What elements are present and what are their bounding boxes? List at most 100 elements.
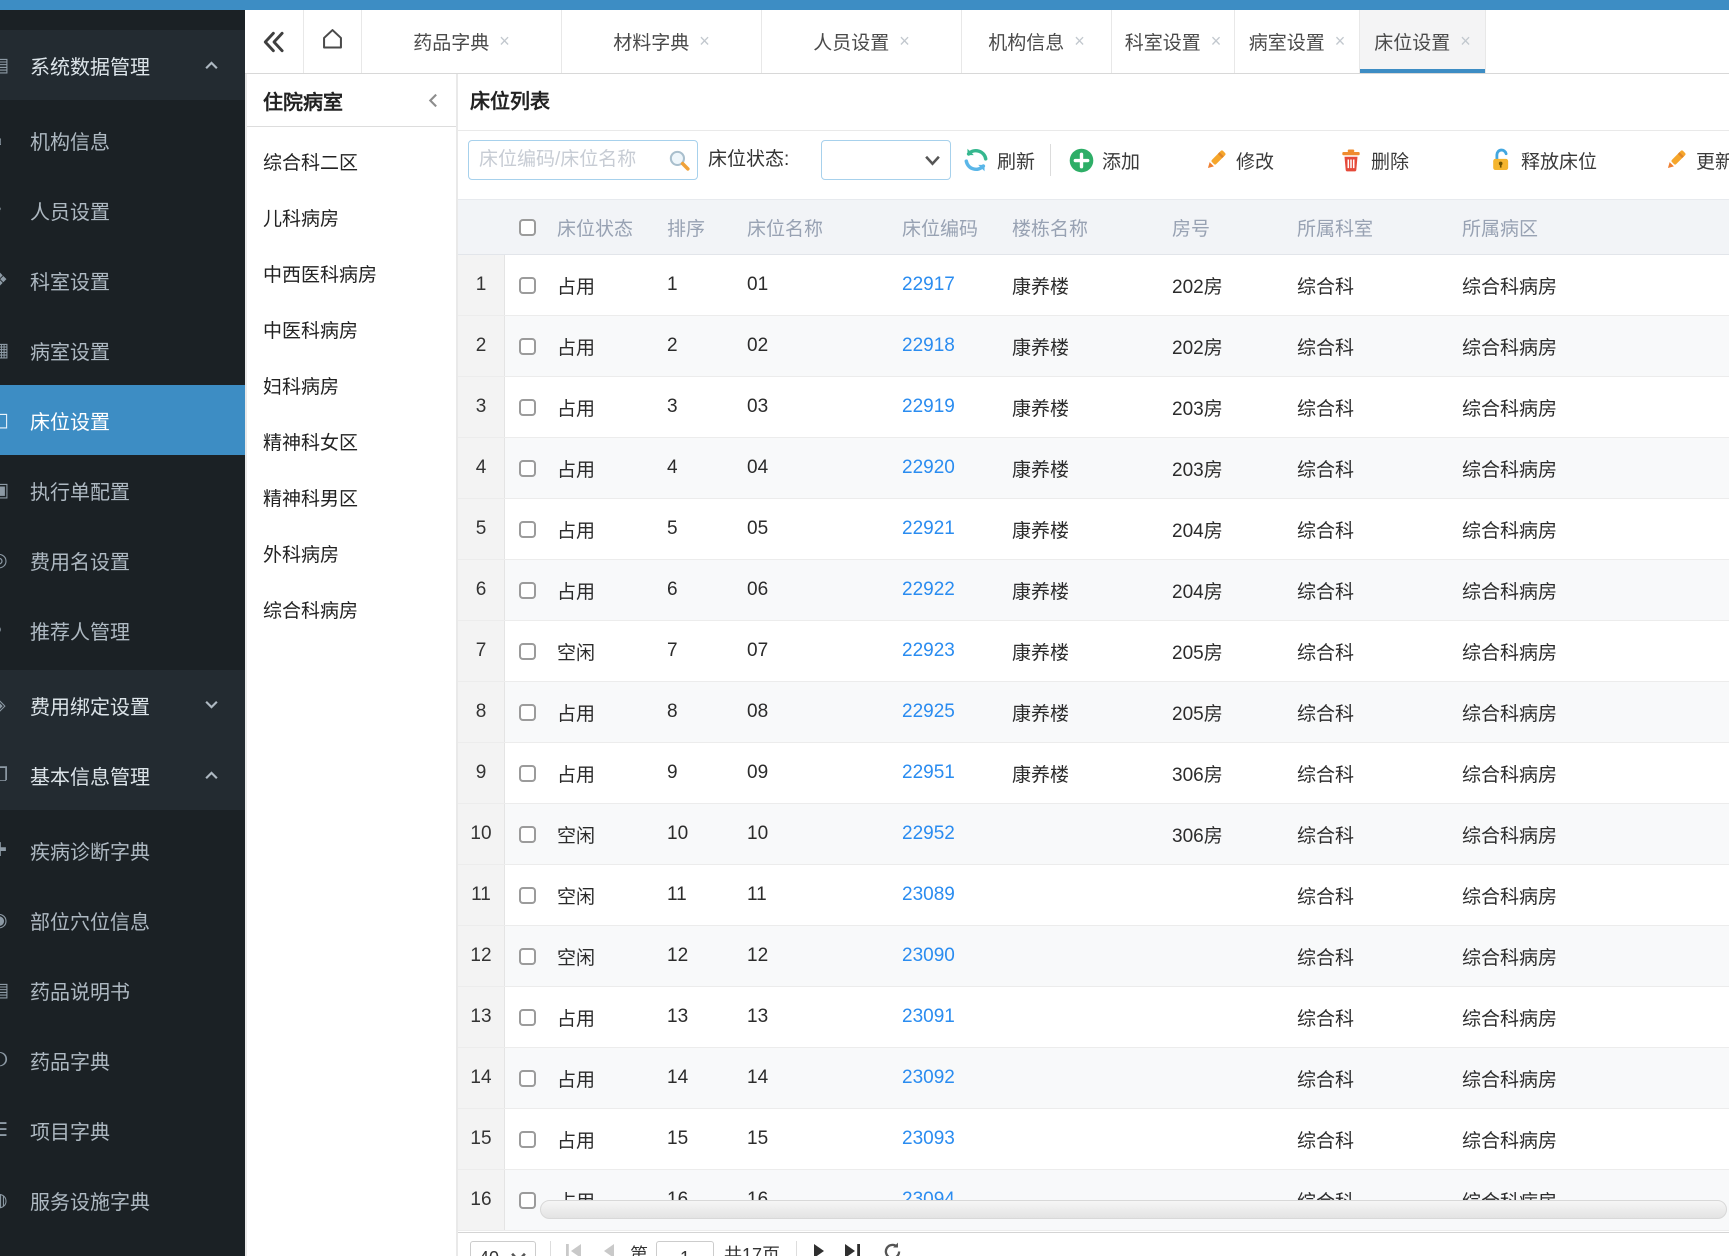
select-all-checkbox[interactable]: [519, 219, 536, 236]
sidebar-item-推荐人管理[interactable]: ●推荐人管理: [0, 595, 245, 665]
sidebar-item-系统数据管理[interactable]: ▤系统数据管理: [0, 30, 245, 100]
collapse-sidebar-button[interactable]: [245, 10, 303, 73]
first-page-button[interactable]: [562, 1241, 586, 1256]
close-tab-icon[interactable]: ×: [1211, 31, 1222, 52]
row-checkbox[interactable]: [519, 277, 536, 294]
删除-button[interactable]: 删除: [1338, 140, 1409, 180]
释放床位-button[interactable]: 释放床位: [1488, 140, 1597, 180]
更新-button[interactable]: 更新: [1663, 140, 1729, 180]
close-tab-icon[interactable]: ×: [1074, 31, 1085, 52]
close-tab-icon[interactable]: ×: [1460, 31, 1471, 52]
bed-code-link[interactable]: 22921: [894, 499, 1004, 559]
row-checkbox[interactable]: [519, 399, 536, 416]
table-row[interactable]: 2占用20222918康养楼202房综合科综合科病房: [458, 316, 1729, 377]
row-checkbox[interactable]: [519, 643, 536, 660]
row-checkbox[interactable]: [519, 1131, 536, 1148]
table-row[interactable]: 14占用141423092综合科综合科病房: [458, 1048, 1729, 1109]
sidebar-item-药品字典[interactable]: ❍药品字典: [0, 1025, 245, 1095]
修改-button[interactable]: 修改: [1203, 140, 1274, 180]
table-row[interactable]: 6占用60622922康养楼204房综合科综合科病房: [458, 560, 1729, 621]
bed-code-link[interactable]: 22923: [894, 621, 1004, 681]
sidebar-item-项目字典[interactable]: ☰项目字典: [0, 1095, 245, 1165]
row-checkbox[interactable]: [519, 460, 536, 477]
last-page-button[interactable]: [840, 1241, 864, 1256]
next-page-button[interactable]: [810, 1241, 828, 1256]
bed-code-link[interactable]: 22919: [894, 377, 1004, 437]
bed-code-link[interactable]: 22920: [894, 438, 1004, 498]
row-checkbox[interactable]: [519, 1070, 536, 1087]
page-number-input[interactable]: [656, 1241, 714, 1256]
row-checkbox[interactable]: [519, 887, 536, 904]
tab-人员设置[interactable]: 人员设置×: [761, 10, 961, 73]
tab-材料字典[interactable]: 材料字典×: [561, 10, 761, 73]
table-row[interactable]: 11空闲111123089综合科综合科病房: [458, 865, 1729, 926]
bed-code-link[interactable]: 22922: [894, 560, 1004, 620]
bed-search-input[interactable]: [468, 140, 698, 180]
row-checkbox[interactable]: [519, 948, 536, 965]
collapse-ward-panel-button[interactable]: [425, 92, 442, 109]
tab-home[interactable]: [303, 10, 361, 73]
table-row[interactable]: 5占用50522921康养楼204房综合科综合科病房: [458, 499, 1729, 560]
sidebar-item-药品说明书[interactable]: ▤药品说明书: [0, 955, 245, 1025]
bed-code-link[interactable]: 23093: [894, 1109, 1004, 1169]
bed-code-link[interactable]: 22951: [894, 743, 1004, 803]
table-row[interactable]: 15占用151523093综合科综合科病房: [458, 1109, 1729, 1170]
tab-科室设置[interactable]: 科室设置×: [1111, 10, 1234, 73]
table-row[interactable]: 12空闲121223090综合科综合科病房: [458, 926, 1729, 987]
close-tab-icon[interactable]: ×: [899, 31, 910, 52]
bed-code-link[interactable]: 22952: [894, 804, 1004, 864]
row-checkbox[interactable]: [519, 1009, 536, 1026]
tab-机构信息[interactable]: 机构信息×: [961, 10, 1111, 73]
sidebar-item-人员设置[interactable]: ◔人员设置: [0, 175, 245, 245]
sidebar-item-服务设施字典[interactable]: ◍服务设施字典: [0, 1165, 245, 1235]
bed-code-link[interactable]: 22917: [894, 255, 1004, 315]
row-checkbox[interactable]: [519, 521, 536, 538]
table-row[interactable]: 10空闲101022952306房综合科综合科病房: [458, 804, 1729, 865]
row-checkbox[interactable]: [519, 338, 536, 355]
table-row[interactable]: 1占用10122917康养楼202房综合科综合科病房: [458, 255, 1729, 316]
bed-code-link[interactable]: 23091: [894, 987, 1004, 1047]
ward-list-item[interactable]: 中医科病房: [247, 301, 456, 357]
tab-病室设置[interactable]: 病室设置×: [1234, 10, 1359, 73]
table-row[interactable]: 7空闲70722923康养楼205房综合科综合科病房: [458, 621, 1729, 682]
reload-grid-button[interactable]: [882, 1241, 903, 1256]
bed-code-link[interactable]: 22918: [894, 316, 1004, 376]
bed-code-link[interactable]: 23090: [894, 926, 1004, 986]
horizontal-scrollbar[interactable]: [540, 1200, 1727, 1219]
ward-list-item[interactable]: 外科病房: [247, 525, 456, 581]
tab-床位设置[interactable]: 床位设置×: [1359, 10, 1486, 73]
table-row[interactable]: 9占用90922951康养楼306房综合科综合科病房: [458, 743, 1729, 804]
ward-list-item[interactable]: 妇科病房: [247, 357, 456, 413]
table-row[interactable]: 4占用40422920康养楼203房综合科综合科病房: [458, 438, 1729, 499]
bed-code-link[interactable]: 23092: [894, 1048, 1004, 1108]
previous-page-button[interactable]: [600, 1241, 618, 1256]
table-row[interactable]: 3占用30322919康养楼203房综合科综合科病房: [458, 377, 1729, 438]
page-size-select[interactable]: 40: [470, 1241, 536, 1256]
sidebar-item-费用绑定设置[interactable]: ◈费用绑定设置: [0, 670, 245, 740]
bed-code-link[interactable]: 23089: [894, 865, 1004, 925]
close-tab-icon[interactable]: ×: [499, 31, 510, 52]
tab-药品字典[interactable]: 药品字典×: [361, 10, 561, 73]
row-checkbox[interactable]: [519, 826, 536, 843]
sidebar-item-床位设置[interactable]: ◧床位设置: [0, 385, 245, 455]
search-icon[interactable]: [667, 148, 692, 178]
close-tab-icon[interactable]: ×: [699, 31, 710, 52]
sidebar-item-病室设置[interactable]: ▦病室设置: [0, 315, 245, 385]
添加-button[interactable]: 添加: [1068, 140, 1140, 180]
刷新-button[interactable]: 刷新: [962, 140, 1035, 180]
ward-list-item[interactable]: 儿科病房: [247, 189, 456, 245]
bed-status-select[interactable]: [821, 140, 951, 180]
sidebar-item-费用名设置[interactable]: ◎费用名设置: [0, 525, 245, 595]
ward-list-item[interactable]: 综合科病房: [247, 581, 456, 637]
table-row[interactable]: 8占用80822925康养楼205房综合科综合科病房: [458, 682, 1729, 743]
row-checkbox[interactable]: [519, 765, 536, 782]
sidebar-item-部位穴位信息[interactable]: ◉部位穴位信息: [0, 885, 245, 955]
ward-list-item[interactable]: 中西医科病房: [247, 245, 456, 301]
row-checkbox[interactable]: [519, 704, 536, 721]
sidebar-item-机构信息[interactable]: ⌂机构信息: [0, 105, 245, 175]
row-checkbox[interactable]: [519, 1192, 536, 1209]
ward-list-item[interactable]: 精神科男区: [247, 469, 456, 525]
sidebar-item-执行单配置[interactable]: ▣执行单配置: [0, 455, 245, 525]
row-checkbox[interactable]: [519, 582, 536, 599]
close-tab-icon[interactable]: ×: [1335, 31, 1346, 52]
